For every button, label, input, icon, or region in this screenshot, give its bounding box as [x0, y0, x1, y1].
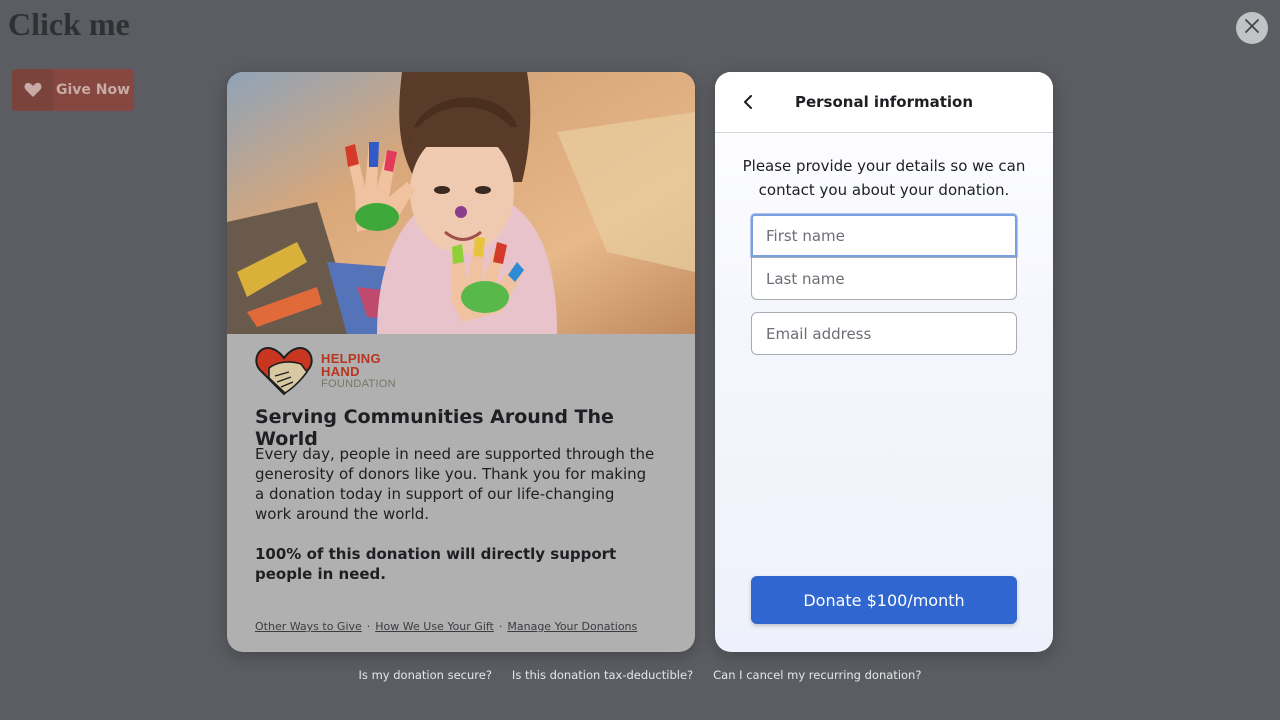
- form-instructions: Please provide your details so we can co…: [742, 157, 1026, 199]
- faq-links: Is my donation secure? Is this donation …: [0, 668, 1280, 682]
- back-button[interactable]: [737, 90, 759, 114]
- give-now-label: Give Now: [56, 82, 131, 98]
- chevron-left-icon: [744, 95, 752, 109]
- last-name-input[interactable]: [751, 257, 1017, 300]
- logo-line-3: FOUNDATION: [321, 377, 396, 390]
- close-icon: [1245, 18, 1259, 38]
- heart-icon: [12, 69, 54, 111]
- logo-line-2: HAND: [321, 363, 360, 379]
- logo-line-1: HELPING: [321, 350, 381, 366]
- page-title: Click me: [8, 6, 130, 42]
- faq-secure-link[interactable]: Is my donation secure?: [359, 668, 492, 682]
- other-ways-to-give-link[interactable]: Other Ways to Give: [255, 620, 362, 633]
- how-we-use-your-gift-link[interactable]: How We Use Your Gift: [375, 620, 494, 633]
- campaign-highlight: 100% of this donation will directly supp…: [255, 545, 617, 583]
- panel-header: Personal information: [715, 72, 1053, 133]
- helping-hand-logo-icon: [255, 346, 313, 396]
- faq-tax-deductible-link[interactable]: Is this donation tax-deductible?: [512, 668, 693, 682]
- email-input[interactable]: [751, 312, 1017, 355]
- foundation-logo: HELPING HAND FOUNDATION: [255, 346, 396, 396]
- hero-image: [227, 72, 695, 334]
- give-now-button[interactable]: Give Now: [12, 69, 134, 111]
- manage-your-donations-link[interactable]: Manage Your Donations: [507, 620, 637, 633]
- donate-button[interactable]: Donate $100/month: [751, 576, 1017, 624]
- donation-form-panel: Personal information Please provide your…: [715, 72, 1053, 652]
- close-button[interactable]: [1236, 12, 1268, 44]
- campaign-card: HELPING HAND FOUNDATION Serving Communit…: [227, 72, 695, 652]
- campaign-description: Every day, people in need are supported …: [255, 445, 655, 523]
- faq-cancel-recurring-link[interactable]: Can I cancel my recurring donation?: [713, 668, 921, 682]
- first-name-input[interactable]: [751, 214, 1017, 257]
- campaign-links: Other Ways to Give · How We Use Your Gift ·…: [255, 620, 638, 633]
- panel-title: Personal information: [794, 93, 974, 111]
